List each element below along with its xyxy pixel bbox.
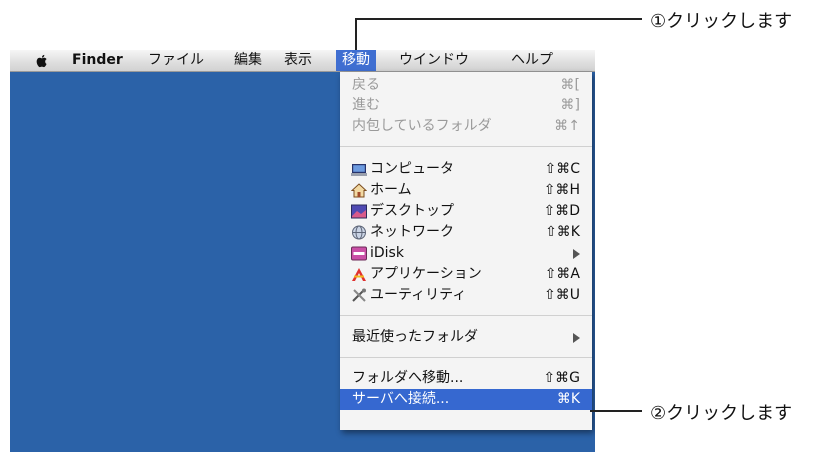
home-icon [351, 183, 367, 198]
menu-file[interactable]: ファイル [142, 50, 210, 71]
computer-icon [351, 164, 367, 176]
menu-item-network[interactable]: ネットワーク ⇧⌘K [340, 222, 592, 243]
callout-line [355, 18, 642, 20]
submenu-arrow-icon [573, 249, 580, 259]
menu-item-forward: 進む ⌘] [352, 97, 580, 113]
menu-item-idisk[interactable]: iDisk [340, 243, 592, 264]
menu-item-go-to-folder[interactable]: フォルダへ移動... ⇧⌘G [340, 368, 592, 389]
applications-icon [352, 268, 366, 281]
callout-line [355, 18, 357, 50]
menu-item-back: 戻る ⌘[ [352, 77, 580, 93]
submenu-arrow-icon [573, 333, 580, 343]
go-menu-dropdown: 戻る ⌘[ 進む ⌘] 内包しているフォルダ ⌘↑ コンピュータ ⇧⌘C ホーム… [340, 72, 592, 430]
utilities-icon [352, 288, 366, 302]
menu-edit[interactable]: 編集 [228, 50, 268, 71]
menu-item-connect-to-server[interactable]: サーバへ接続... ⌘K [340, 389, 592, 410]
desktop-icon [351, 204, 367, 219]
menu-item-enclosing-folder: 内包しているフォルダ ⌘↑ [352, 118, 580, 134]
menu-item-utilities[interactable]: ユーティリティ ⇧⌘U [340, 285, 592, 306]
callout-step1: ①クリックします [650, 11, 793, 32]
apple-icon[interactable] [34, 53, 50, 69]
menu-item-desktop[interactable]: デスクトップ ⇧⌘D [340, 201, 592, 222]
callout-line [590, 410, 642, 412]
callout-step2: ②クリックします [650, 403, 793, 424]
network-icon [352, 225, 366, 240]
menu-item-home[interactable]: ホーム ⇧⌘H [340, 180, 592, 201]
menu-go[interactable]: 移動 [336, 50, 376, 71]
idisk-icon [351, 246, 367, 261]
menu-item-applications[interactable]: アプリケーション ⇧⌘A [340, 264, 592, 285]
menu-view[interactable]: 表示 [278, 50, 318, 71]
menu-finder[interactable]: Finder [66, 50, 129, 71]
menu-window[interactable]: ウインドウ [393, 50, 475, 71]
menu-separator [340, 357, 592, 358]
desktop-screen: Finder ファイル 編集 表示 移動 ウインドウ ヘルプ 戻る ⌘[ 進む … [10, 50, 595, 452]
menu-bar: Finder ファイル 編集 表示 移動 ウインドウ ヘルプ [10, 50, 595, 72]
menu-item-computer[interactable]: コンピュータ ⇧⌘C [340, 159, 592, 180]
menu-help[interactable]: ヘルプ [505, 50, 559, 71]
menu-item-recent-folders[interactable]: 最近使ったフォルダ [340, 327, 592, 348]
menu-separator [340, 146, 592, 147]
menu-separator [340, 315, 592, 316]
